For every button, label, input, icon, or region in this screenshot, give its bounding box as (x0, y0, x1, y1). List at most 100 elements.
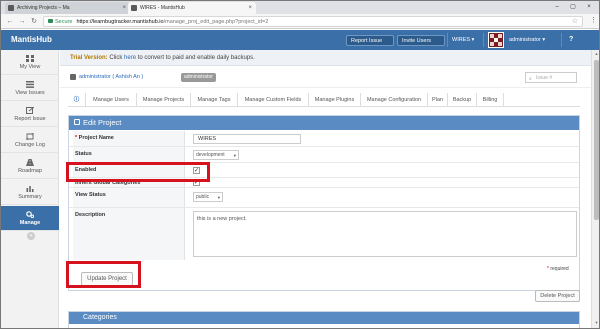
sidebar-item-my-view[interactable]: My View (1, 50, 59, 75)
breadcrumb-user-link[interactable]: administrator ( Ashish An ) (79, 67, 143, 88)
report-issue-button[interactable]: Report Issue (346, 35, 394, 46)
required-star: * (75, 135, 78, 141)
field-label: Status (73, 147, 185, 162)
sidebar-item-roadmap[interactable]: Roadmap (1, 154, 59, 179)
url-path: /manage_proj_edit_page.php?project_id=2 (163, 19, 269, 25)
page-scrollbar[interactable]: ▲ ▼ (591, 50, 599, 328)
sidebar-item-change-log[interactable]: Change Log (1, 128, 59, 153)
breadcrumb: administrator ( Ashish An ) administrato… (60, 67, 599, 88)
edit-icon (26, 107, 34, 114)
panel-title: Edit Project (83, 118, 122, 127)
scroll-down-icon[interactable]: ▼ (593, 320, 599, 326)
sidebar-item-label: Summary (18, 194, 42, 200)
project-name-field[interactable]: WIRES (193, 134, 301, 144)
brand-logo[interactable]: MantisHub (11, 30, 52, 50)
chevron-down-icon: ▾ (217, 195, 220, 200)
categories-header: Categories (69, 312, 579, 324)
favicon-icon (8, 5, 14, 11)
tab-manage-custom-fields[interactable]: Manage Custom Fields (238, 93, 309, 107)
user-menu[interactable]: administrator ▾ (509, 30, 545, 50)
trial-link[interactable]: here (124, 55, 136, 61)
trial-text: Click (107, 55, 125, 61)
help-button[interactable]: ? (569, 30, 573, 50)
url-host: https://learnbugtracker.mantishub.io (76, 19, 164, 25)
form-row-view-status: View Status public ▾ (69, 188, 579, 208)
edit-project-panel: Edit Project * Project Name WIRES Status… (68, 115, 580, 291)
tab-backup[interactable]: Backup (448, 93, 477, 107)
sidebar-item-summary[interactable]: Summary (1, 180, 59, 205)
search-icon: ⌕ (529, 76, 532, 82)
minimize-icon[interactable]: – (549, 1, 565, 13)
invite-users-button[interactable]: Invite Users (397, 35, 445, 46)
browser-window: Archiving Projects – Ma × WIRES - Mantis… (0, 0, 600, 329)
back-icon[interactable]: ← (5, 16, 15, 27)
tab-plan[interactable]: Plan (428, 93, 448, 107)
browser-tabstrip: Archiving Projects – Ma × WIRES - Mantis… (1, 1, 599, 14)
sidebar-item-label: My View (19, 64, 41, 70)
sidebar-collapse-icon[interactable]: « (27, 232, 35, 240)
pencil-icon (74, 119, 80, 125)
bookmark-star-icon[interactable]: ☆ (572, 17, 578, 27)
panel-header: Edit Project (69, 116, 579, 130)
tab-manage-users[interactable]: Manage Users (86, 93, 137, 107)
lock-icon (48, 18, 53, 23)
window-close-icon[interactable]: × (581, 1, 597, 13)
view-status-select[interactable]: public ▾ (193, 192, 223, 202)
browser-menu-icon[interactable]: ⋮ (590, 16, 597, 24)
form-row-status: Status development ▾ (69, 147, 579, 163)
sidebar-item-label: Report Issue (14, 116, 46, 122)
gears-icon (26, 211, 34, 218)
tab-manage-projects[interactable]: Manage Projects (137, 93, 191, 107)
delete-project-button[interactable]: Delete Project (535, 290, 580, 302)
issue-search-input[interactable]: ⌕ Issue # (525, 72, 577, 83)
invite-users-label: Invite Users (402, 38, 432, 44)
tab-manage-plugins[interactable]: Manage Plugins (309, 93, 361, 107)
trial-banner: Trial Version: Click here to convert to … (60, 50, 599, 66)
categories-panel: Categories (68, 311, 580, 328)
scroll-up-icon[interactable]: ▲ (593, 51, 599, 57)
address-bar: ← → ↻ Secure https://learnbugtracker.mant… (1, 14, 599, 29)
list-icon (26, 81, 34, 88)
tab-close-icon[interactable]: × (122, 2, 126, 14)
status-select[interactable]: development ▾ (193, 150, 239, 160)
report-issue-label: Report Issue (351, 38, 383, 44)
required-note-text: required (548, 266, 569, 272)
browser-tab-wires[interactable]: WIRES - MantisHub × (128, 2, 256, 14)
sidebar-item-label: Roadmap (18, 168, 42, 174)
main-content: Trial Version: Click here to convert to … (60, 50, 599, 328)
navbar-divider (447, 33, 448, 47)
sidebar-item-label: Change Log (15, 142, 45, 148)
browser-tab-archiving[interactable]: Archiving Projects – Ma × (5, 2, 130, 14)
description-textarea[interactable]: this is a new project. (193, 211, 577, 257)
field-label: Description (73, 208, 185, 260)
reload-icon[interactable]: ↻ (29, 16, 39, 27)
issue-search-placeholder: Issue # (536, 75, 553, 81)
sidebar-item-label: View Issues (15, 90, 45, 96)
tab-billing[interactable]: Billing (477, 93, 504, 107)
manage-tabs: ⓘ Manage Users Manage Projects Manage Ta… (68, 93, 580, 107)
tab-manage-configuration[interactable]: Manage Configuration (361, 93, 428, 107)
road-icon (26, 159, 34, 166)
scrollbar-thumb[interactable] (594, 60, 599, 220)
sidebar-item-manage[interactable]: Manage (1, 206, 59, 231)
highlight-update-button-callout (66, 261, 141, 288)
forward-icon[interactable]: → (17, 16, 27, 27)
status-value: development (196, 152, 225, 158)
project-selector[interactable]: WIRES ▾ (452, 30, 474, 50)
chevron-down-icon: ▾ (233, 153, 236, 158)
sidebar-item-view-issues[interactable]: View Issues (1, 76, 59, 101)
secure-label: Secure (55, 19, 73, 25)
field-label: * Project Name (73, 131, 185, 146)
sidebar-item-report-issue[interactable]: Report Issue (1, 102, 59, 127)
role-badge: administrator (181, 73, 216, 82)
tab-close-icon[interactable]: × (248, 2, 252, 14)
maximize-icon[interactable]: ▢ (565, 1, 581, 13)
highlight-enabled-callout (66, 162, 210, 182)
avatar[interactable] (488, 32, 504, 48)
tab-info[interactable]: ⓘ (68, 93, 86, 107)
url-input[interactable]: Secure https://learnbugtracker.mantishub.… (43, 16, 583, 27)
sidebar: My View View Issues Report Issue Change … (1, 50, 59, 328)
tab-manage-tags[interactable]: Manage Tags (191, 93, 238, 107)
trial-label: Trial Version: (70, 55, 108, 61)
favicon-icon (131, 5, 137, 11)
